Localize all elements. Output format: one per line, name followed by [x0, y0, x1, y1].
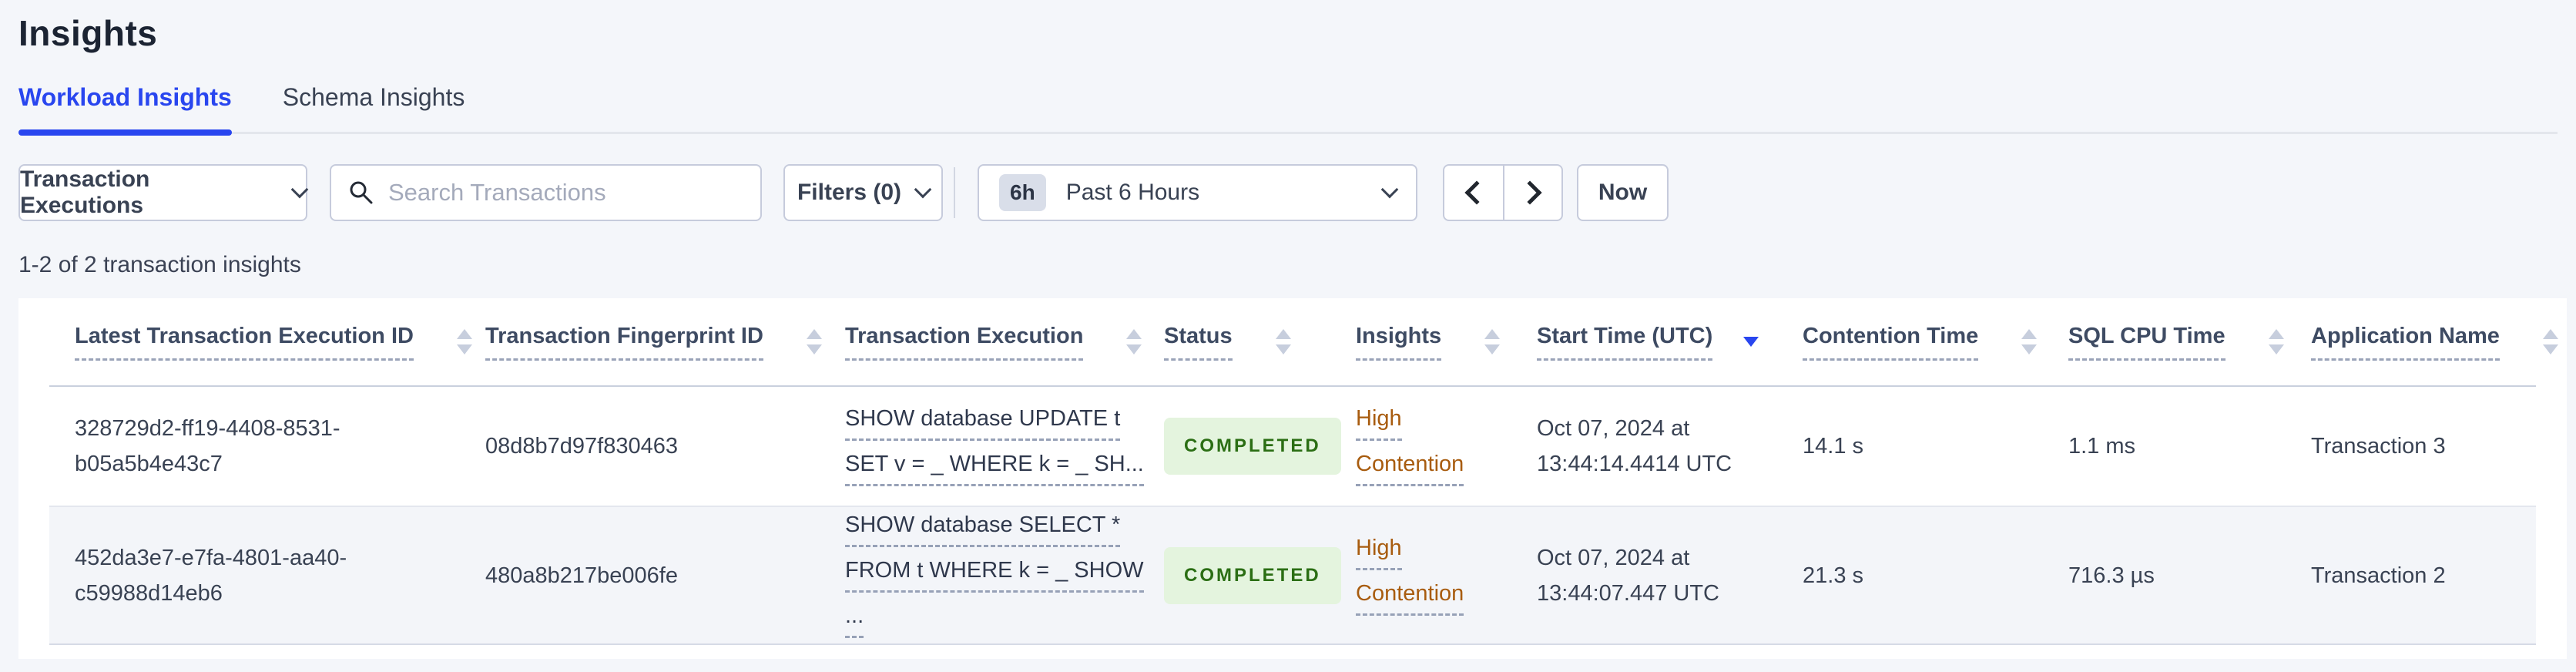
insight-type-dropdown[interactable]: Transaction Executions	[18, 164, 309, 221]
transaction-execution-cell: SHOW database UPDATE t SET v = _ WHERE k…	[820, 401, 1144, 492]
insights-tabs: Workload Insights Schema Insights	[18, 83, 2558, 136]
now-button[interactable]: Now	[1577, 164, 1669, 221]
column-header-insights[interactable]: Insights	[1330, 324, 1511, 361]
application-name-cell: Transaction 2	[2311, 563, 2446, 588]
page-title: Insights	[18, 13, 158, 53]
search-icon	[350, 181, 373, 204]
search-transactions-input[interactable]	[388, 179, 743, 207]
sort-icon[interactable]	[2542, 329, 2558, 354]
insight-link[interactable]: Contention	[1356, 576, 1464, 616]
active-tab-indicator	[18, 129, 232, 136]
chevron-down-icon	[290, 180, 309, 199]
column-header-latest-transaction-execution-id[interactable]: Latest Transaction Execution ID	[49, 324, 472, 361]
column-header-transaction-fingerprint-id[interactable]: Transaction Fingerprint ID	[460, 324, 822, 361]
insight-link[interactable]: Contention	[1356, 446, 1464, 486]
status-badge: COMPLETED	[1164, 546, 1341, 604]
application-name-cell: Transaction 3	[2311, 434, 2446, 459]
sort-icon[interactable]	[2021, 329, 2038, 354]
latest-transaction-execution-id-cell: 452da3e7-e7fa-4801-aa40- c59988d14eb6	[75, 545, 347, 606]
toolbar: Transaction Executions Filters (0) 6h Pa…	[18, 164, 2576, 221]
chevron-down-icon	[1380, 180, 1399, 199]
next-time-window-button[interactable]	[1503, 166, 1561, 220]
insight-link[interactable]: High	[1356, 401, 1402, 441]
tab-schema-insights-label: Schema Insights	[282, 83, 465, 111]
column-header-start-time[interactable]: Start Time (UTC)	[1511, 324, 1777, 361]
transaction-execution-link[interactable]: SHOW database UPDATE t	[845, 401, 1121, 441]
column-header-sql-cpu-time[interactable]: SQL CPU Time	[2043, 324, 2286, 361]
transaction-insights-table: Latest Transaction Execution ID Transact…	[18, 298, 2567, 659]
chevron-down-icon	[914, 180, 932, 199]
start-time-cell: Oct 07, 2024 at 13:44:07.447 UTC	[1537, 545, 1719, 606]
transaction-execution-link[interactable]: SHOW database SELECT *	[845, 507, 1121, 547]
latest-transaction-execution-id-cell: 328729d2-ff19-4408-8531- b05a5b4e43c7	[75, 416, 340, 476]
column-header-contention-time[interactable]: Contention Time	[1777, 324, 2043, 361]
sql-cpu-time-cell: 716.3 µs	[2068, 563, 2155, 588]
insights-cell: High Contention	[1330, 530, 1511, 621]
contention-time-cell: 14.1 s	[1803, 434, 1863, 459]
column-header-application-name[interactable]: Application Name	[2286, 324, 2558, 361]
chevron-right-icon	[1518, 180, 1542, 205]
transaction-execution-link[interactable]: SET v = _ WHERE k = _ SH...	[845, 446, 1144, 486]
time-range-label: Past 6 Hours	[1065, 180, 1200, 205]
table-row: 452da3e7-e7fa-4801-aa40- c59988d14eb6 48…	[49, 507, 2536, 645]
status-cell: COMPLETED	[1139, 418, 1341, 475]
search-transactions-box[interactable]	[330, 164, 762, 221]
sort-icon[interactable]	[2268, 329, 2284, 354]
toolbar-divider	[954, 167, 955, 218]
transaction-execution-link[interactable]: ...	[845, 598, 864, 638]
start-time-cell: Oct 07, 2024 at 13:44:14.4414 UTC	[1537, 416, 1732, 476]
column-header-transaction-execution[interactable]: Transaction Execution	[820, 324, 1142, 361]
filters-dropdown-label: Filters (0)	[797, 180, 902, 205]
tab-workload-insights[interactable]: Workload Insights	[18, 83, 232, 136]
tab-workload-insights-label: Workload Insights	[18, 83, 232, 111]
time-range-badge: 6h	[999, 174, 1046, 211]
transaction-execution-link[interactable]: FROM t WHERE k = _ SHOW	[845, 553, 1144, 593]
insight-link[interactable]: High	[1356, 530, 1402, 570]
now-button-label: Now	[1598, 180, 1648, 205]
filters-dropdown[interactable]: Filters (0)	[783, 164, 943, 221]
sort-desc-icon[interactable]	[1743, 337, 1759, 347]
sql-cpu-time-cell: 1.1 ms	[2068, 434, 2136, 459]
insights-cell: High Contention	[1330, 401, 1511, 492]
transaction-fingerprint-id-cell: 08d8b7d97f830463	[485, 434, 678, 459]
status-cell: COMPLETED	[1139, 546, 1341, 604]
results-count: 1-2 of 2 transaction insights	[18, 252, 301, 277]
transaction-execution-cell: SHOW database SELECT * FROM t WHERE k = …	[820, 507, 1144, 643]
transaction-fingerprint-id-cell: 480a8b217be006fe	[485, 563, 678, 588]
sort-icon[interactable]	[1275, 329, 1291, 354]
status-badge: COMPLETED	[1164, 418, 1341, 475]
time-window-pager	[1443, 164, 1563, 221]
table-row: 328729d2-ff19-4408-8531- b05a5b4e43c7 08…	[49, 387, 2536, 507]
previous-time-window-button[interactable]	[1444, 166, 1503, 220]
insight-type-dropdown-label: Transaction Executions	[20, 166, 150, 218]
chevron-left-icon	[1464, 180, 1489, 205]
tab-schema-insights[interactable]: Schema Insights	[283, 83, 465, 132]
table-header-row: Latest Transaction Execution ID Transact…	[49, 298, 2558, 387]
contention-time-cell: 21.3 s	[1803, 563, 1863, 588]
time-range-dropdown[interactable]: 6h Past 6 Hours	[978, 164, 1417, 221]
sort-icon[interactable]	[1484, 329, 1501, 354]
column-header-status[interactable]: Status	[1139, 324, 1330, 361]
